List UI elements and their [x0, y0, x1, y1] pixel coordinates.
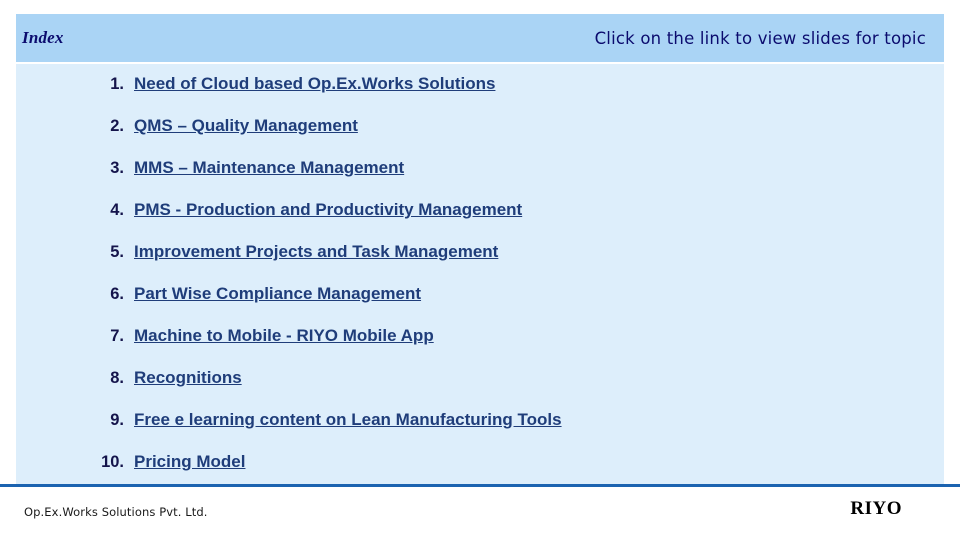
- list-item[interactable]: 8. Recognitions: [84, 368, 914, 410]
- footer-brand: RIYO: [850, 498, 902, 519]
- list-item-number: 4.: [110, 201, 124, 219]
- list-item[interactable]: 5. Improvement Projects and Task Managem…: [84, 242, 914, 284]
- index-link-5[interactable]: Improvement Projects and Task Management: [134, 242, 498, 262]
- index-link-2[interactable]: QMS – Quality Management: [134, 116, 358, 136]
- list-item[interactable]: 1. Need of Cloud based Op.Ex.Works Solut…: [84, 74, 914, 116]
- list-item-number: 8.: [110, 369, 124, 387]
- list-item-number: 5.: [110, 243, 124, 261]
- list-item[interactable]: 6. Part Wise Compliance Management: [84, 284, 914, 326]
- index-link-4[interactable]: PMS - Production and Productivity Manage…: [134, 200, 522, 220]
- footer: Op.Ex.Works Solutions Pvt. Ltd. RIYO: [0, 484, 960, 543]
- index-link-9[interactable]: Free e learning content on Lean Manufact…: [134, 410, 562, 430]
- list-item[interactable]: 2. QMS – Quality Management: [84, 116, 914, 158]
- list-item-number: 3.: [110, 159, 124, 177]
- slide: Index Click on the link to view slides f…: [0, 0, 960, 543]
- index-link-3[interactable]: MMS – Maintenance Management: [134, 158, 404, 178]
- list-item-number: 6.: [110, 285, 124, 303]
- index-body: 1. Need of Cloud based Op.Ex.Works Solut…: [16, 64, 944, 484]
- index-link-10[interactable]: Pricing Model: [134, 452, 245, 472]
- list-item-number: 9.: [110, 411, 124, 429]
- index-list: 1. Need of Cloud based Op.Ex.Works Solut…: [84, 74, 914, 494]
- index-link-6[interactable]: Part Wise Compliance Management: [134, 284, 421, 304]
- footer-company: Op.Ex.Works Solutions Pvt. Ltd.: [24, 505, 208, 519]
- list-item-number: 10.: [101, 453, 124, 471]
- list-item[interactable]: 9. Free e learning content on Lean Manuf…: [84, 410, 914, 452]
- header-instruction: Click on the link to view slides for top…: [594, 28, 926, 48]
- header-bar: Index Click on the link to view slides f…: [16, 14, 944, 62]
- list-item[interactable]: 3. MMS – Maintenance Management: [84, 158, 914, 200]
- list-item-number: 1.: [110, 75, 124, 93]
- page-title: Index: [22, 28, 64, 47]
- list-item-number: 7.: [110, 327, 124, 345]
- index-link-8[interactable]: Recognitions: [134, 368, 242, 388]
- list-item[interactable]: 4. PMS - Production and Productivity Man…: [84, 200, 914, 242]
- list-item[interactable]: 7. Machine to Mobile - RIYO Mobile App: [84, 326, 914, 368]
- list-item-number: 2.: [110, 117, 124, 135]
- index-link-7[interactable]: Machine to Mobile - RIYO Mobile App: [134, 326, 434, 346]
- index-link-1[interactable]: Need of Cloud based Op.Ex.Works Solution…: [134, 74, 495, 94]
